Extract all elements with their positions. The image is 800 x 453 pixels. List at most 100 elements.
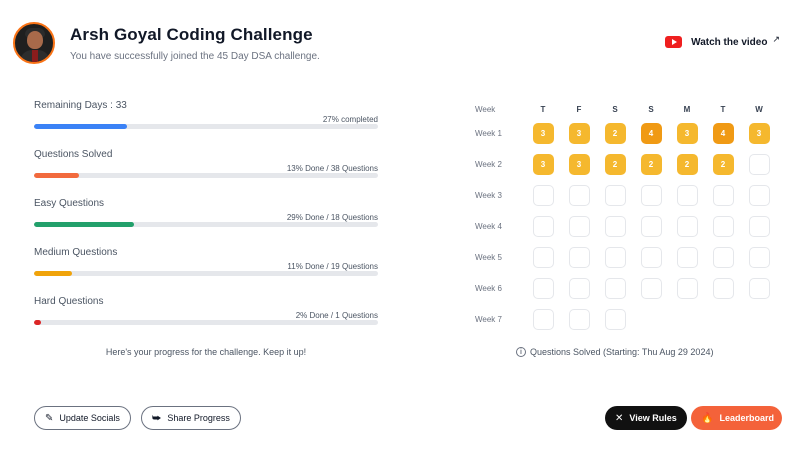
day-cell[interactable]: 2 (640, 154, 662, 175)
day-cell[interactable] (640, 216, 662, 237)
progress-fill (34, 173, 79, 178)
week-label: Week 5 (475, 253, 502, 262)
update-socials-button[interactable]: ✎ Update Socials (34, 406, 131, 430)
progress-track (34, 222, 378, 227)
watch-video-label: Watch the video (691, 36, 768, 48)
day-cell[interactable] (712, 247, 734, 268)
day-cell[interactable] (568, 185, 590, 206)
day-header: F (576, 104, 582, 114)
day-cell[interactable]: 3 (748, 123, 770, 144)
progress-meta: 2% Done / 1 Questions (295, 311, 378, 320)
day-cell[interactable] (568, 216, 590, 237)
leaderboard-button[interactable]: 🔥 Leaderboard (691, 406, 782, 430)
week-row: Week 4 (475, 211, 777, 242)
share-progress-label: Share Progress (167, 413, 230, 423)
day-cell[interactable] (676, 185, 698, 206)
week-row: Week 13324343 (475, 118, 777, 149)
day-cell[interactable] (604, 278, 626, 299)
week-row: Week 7 (475, 304, 777, 335)
progress-track (34, 320, 378, 325)
view-rules-label: View Rules (629, 413, 677, 423)
day-cell[interactable] (712, 185, 734, 206)
share-icon: ⮩ (152, 412, 162, 424)
day-cell[interactable]: 4 (640, 123, 662, 144)
day-cell[interactable] (748, 247, 770, 268)
day-cell[interactable]: 2 (604, 154, 626, 175)
day-header: T (540, 104, 546, 114)
day-cell[interactable] (748, 185, 770, 206)
day-cell[interactable] (676, 216, 698, 237)
fire-icon: 🔥 (701, 412, 714, 424)
day-cell[interactable] (712, 278, 734, 299)
progress-meta: 27% completed (322, 115, 378, 124)
title-block: Arsh Goyal Coding Challenge You have suc… (70, 25, 320, 62)
day-header: W (755, 104, 763, 114)
day-cell[interactable]: 2 (676, 154, 698, 175)
progress-meta: 13% Done / 38 Questions (286, 164, 378, 173)
progress-label: Easy Questions (34, 198, 105, 209)
view-rules-button[interactable]: ✕ View Rules (605, 406, 687, 430)
page-header: Arsh Goyal Coding Challenge You have suc… (13, 22, 320, 64)
day-cell[interactable] (568, 309, 590, 330)
calendar-note: i Questions Solved (Starting: Thu Aug 29… (516, 347, 713, 357)
day-header: S (648, 104, 654, 114)
day-header: T (720, 104, 726, 114)
day-cell[interactable] (748, 216, 770, 237)
page-subtitle: You have successfully joined the 45 Day … (70, 50, 320, 62)
day-cell[interactable] (532, 216, 554, 237)
progress-fill (34, 222, 134, 227)
day-cell[interactable] (532, 185, 554, 206)
day-header: M (683, 104, 691, 114)
week-row: Week 2332222 (475, 149, 777, 180)
progress-row: Remaining Days : 33 27% completed (34, 100, 378, 149)
day-cell[interactable] (640, 278, 662, 299)
week-label: Week 1 (475, 129, 502, 138)
day-cell[interactable]: 3 (532, 154, 554, 175)
day-cell[interactable]: 4 (712, 123, 734, 144)
progress-meta: 29% Done / 18 Questions (286, 213, 378, 222)
page-title: Arsh Goyal Coding Challenge (70, 24, 313, 44)
edit-icon: ✎ (45, 412, 54, 424)
progress-row: Medium Questions 11% Done / 19 Questions (34, 247, 378, 296)
day-cell[interactable] (640, 185, 662, 206)
share-progress-button[interactable]: ⮩ Share Progress (141, 406, 241, 430)
week-row: Week 3 (475, 180, 777, 211)
info-icon: i (516, 347, 526, 357)
day-cell[interactable] (568, 278, 590, 299)
rules-icon: ✕ (615, 412, 624, 424)
day-cell[interactable]: 3 (532, 123, 554, 144)
day-cell[interactable] (748, 278, 770, 299)
day-cell[interactable]: 3 (676, 123, 698, 144)
watch-video-link[interactable]: Watch the video ↗ (665, 34, 780, 48)
day-cell[interactable] (604, 309, 626, 330)
day-cell[interactable]: 3 (568, 123, 590, 144)
day-cell[interactable] (568, 247, 590, 268)
day-cell[interactable] (640, 247, 662, 268)
day-cell[interactable] (532, 278, 554, 299)
progress-fill (34, 271, 72, 276)
calendar-note-text: Questions Solved (Starting: Thu Aug 29 2… (530, 347, 714, 357)
day-cell[interactable]: 2 (604, 123, 626, 144)
day-cell[interactable] (604, 185, 626, 206)
week-label: Week 3 (475, 191, 502, 200)
calendar-header: Week T F S S M T W (475, 100, 777, 118)
day-cell[interactable] (532, 247, 554, 268)
leaderboard-label: Leaderboard (719, 413, 774, 423)
day-cell[interactable] (604, 247, 626, 268)
progress-track (34, 124, 378, 129)
progress-row: Questions Solved 13% Done / 38 Questions (34, 149, 378, 198)
day-cell[interactable]: 3 (568, 154, 590, 175)
progress-fill (34, 124, 127, 129)
day-cell[interactable] (712, 216, 734, 237)
day-cell[interactable] (748, 154, 770, 175)
youtube-icon (665, 36, 683, 48)
update-socials-label: Update Socials (59, 413, 120, 423)
progress-fill (34, 320, 41, 325)
calendar-header-label: Week (475, 104, 496, 114)
day-cell[interactable] (604, 216, 626, 237)
progress-row: Easy Questions 29% Done / 18 Questions (34, 198, 378, 247)
day-cell[interactable] (676, 247, 698, 268)
day-cell[interactable]: 2 (712, 154, 734, 175)
day-cell[interactable] (532, 309, 554, 330)
day-cell[interactable] (676, 278, 698, 299)
